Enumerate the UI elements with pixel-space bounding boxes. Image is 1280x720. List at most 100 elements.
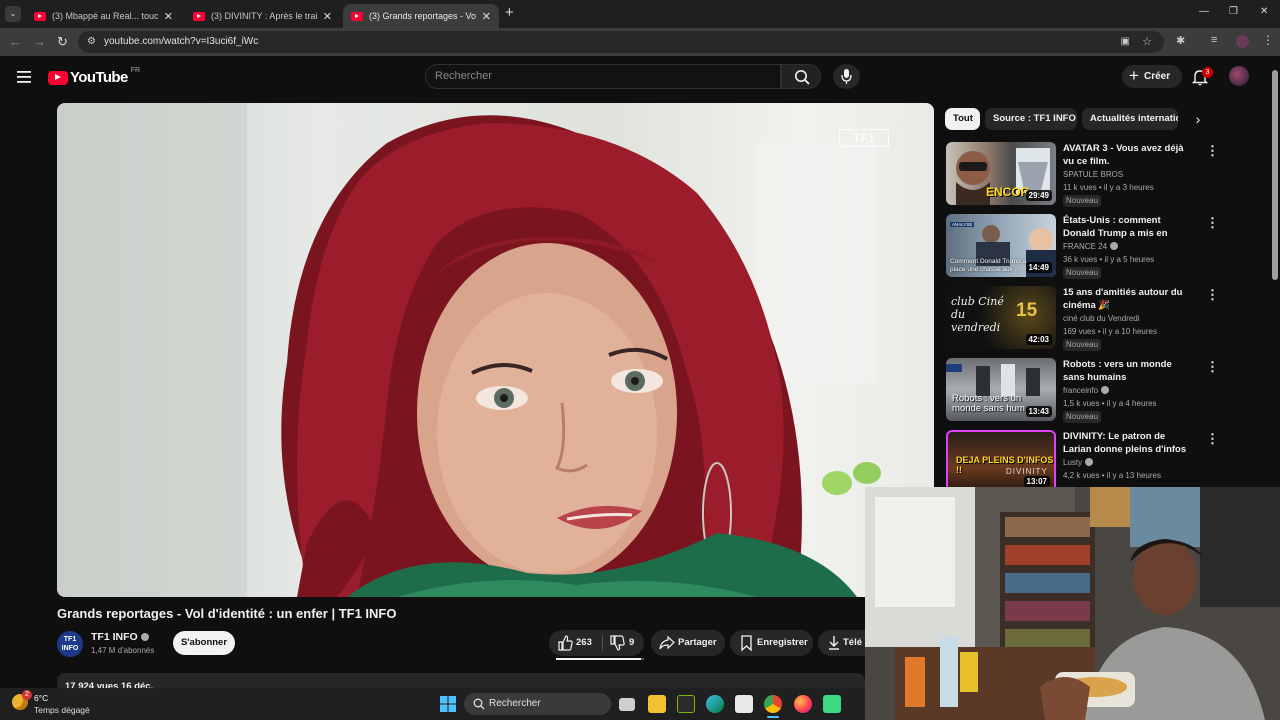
recommendation-item[interactable]: ENCOR 29:49 AVATAR 3 - Vous avez déjà vu… — [946, 142, 1219, 208]
tab-search-button[interactable]: ⌄ — [5, 6, 21, 22]
like-ratio-bar — [556, 658, 644, 660]
like-count: 263 — [576, 637, 592, 648]
browser-tab-3-active[interactable]: (3) Grands reportages - Vol d'ide ✕ — [343, 4, 499, 28]
video-thumbnail[interactable]: ENCOR 29:49 — [946, 142, 1056, 205]
reading-list-icon[interactable]: ≡ — [1211, 34, 1217, 46]
verified-icon — [140, 633, 149, 641]
duration-badge: 14:49 — [1025, 262, 1052, 273]
voice-search-button[interactable] — [833, 64, 860, 89]
thumbnail-subtext: DIVINITY — [1006, 467, 1048, 476]
back-arrow-icon[interactable]: ← — [9, 34, 22, 50]
extensions-icon[interactable]: ✱ — [1176, 34, 1185, 47]
more-actions-icon[interactable]: ⋮ — [1206, 360, 1219, 373]
tab-title: (3) Mbappé au Real... touché pa — [52, 11, 158, 21]
scrollbar-thumb[interactable] — [1272, 70, 1278, 280]
search-input[interactable]: Rechercher — [425, 64, 781, 89]
search-button[interactable] — [781, 64, 821, 89]
chip-source-tf1[interactable]: Source : TF1 INFO — [985, 108, 1077, 130]
reload-icon[interactable]: ↻ — [57, 34, 68, 50]
dislike-button[interactable]: 9 — [605, 630, 644, 656]
recommendation-item[interactable]: club Ciné du vendredi 15 42:03 15 ans d'… — [946, 286, 1219, 352]
thumbnail-text: club Ciné du vendredi — [951, 295, 1004, 334]
download-button[interactable]: Télé — [818, 630, 865, 656]
channel-avatar[interactable]: TF1 INFO — [57, 631, 83, 657]
duration-badge: 13:43 — [1025, 406, 1052, 417]
channel-name[interactable]: TF1 INFO — [91, 631, 149, 643]
url-bar[interactable]: ⚙ youtube.com/watch?v=I3uci6f_iWc ▣ ☆ — [78, 31, 1164, 53]
site-info-icon[interactable]: ⚙ — [87, 31, 96, 53]
bookmark-star-icon[interactable]: ☆ — [1142, 31, 1152, 53]
share-label: Partager — [678, 637, 717, 648]
close-window-button[interactable]: ✕ — [1260, 6, 1268, 17]
rec-title[interactable]: États-Unis : comment Donald Trump a mis … — [1063, 214, 1187, 240]
video-thumbnail[interactable]: Robots : vers un monde sans hum 13:43 — [946, 358, 1056, 421]
save-button[interactable]: Enregistrer — [730, 630, 813, 656]
chip-all[interactable]: Tout — [945, 108, 980, 130]
file-explorer-icon[interactable] — [648, 695, 666, 713]
new-badge: Nouveau — [1063, 411, 1102, 423]
more-actions-icon[interactable]: ⋮ — [1206, 144, 1219, 157]
rec-channel[interactable]: SPATULE BROS — [1063, 170, 1123, 179]
chip-international-news[interactable]: Actualités internationales — [1082, 108, 1178, 130]
video-thumbnail[interactable]: DEJA PLEINS D'INFOS !! DIVINITY 13:07 — [946, 430, 1056, 493]
forward-arrow-icon[interactable]: → — [33, 34, 46, 50]
rec-title[interactable]: Robots : vers un monde sans humains — [1063, 358, 1187, 384]
install-app-icon[interactable]: ▣ — [1121, 31, 1130, 53]
thumbnail-text: Robots : vers un monde sans hum — [952, 393, 1025, 414]
more-actions-icon[interactable]: ⋮ — [1206, 432, 1219, 445]
task-view-icon[interactable] — [619, 698, 635, 711]
rec-title[interactable]: AVATAR 3 - Vous avez déjà vu ce film. — [1063, 142, 1187, 168]
chrome-browser-icon[interactable] — [764, 695, 782, 713]
create-button[interactable]: Créer — [1122, 64, 1182, 88]
android-app-icon[interactable] — [823, 695, 841, 713]
firefox-browser-icon[interactable] — [794, 695, 812, 713]
close-icon[interactable]: ✕ — [323, 10, 332, 23]
rec-channel[interactable]: franceinfo — [1063, 386, 1110, 395]
video-player[interactable]: TF1 — [57, 103, 934, 597]
weather-widget[interactable]: 2 6°C Temps dégagé — [12, 690, 122, 718]
recommendation-item[interactable]: Robots : vers un monde sans hum 13:43 Ro… — [946, 358, 1219, 424]
youtube-play-icon — [48, 70, 68, 85]
youtube-logo[interactable]: YouTube FR — [48, 67, 140, 86]
nvidia-app-icon[interactable] — [677, 695, 695, 713]
close-icon[interactable]: ✕ — [164, 10, 173, 23]
chrome-active-indicator — [767, 716, 779, 718]
thumbs-up-icon — [558, 635, 573, 651]
logo-text: YouTube — [70, 69, 128, 86]
hamburger-menu-icon[interactable] — [17, 70, 31, 83]
rec-channel[interactable]: Lusty — [1063, 458, 1094, 467]
tab-title: (3) Grands reportages - Vol d'ide — [369, 11, 476, 21]
video-thumbnail[interactable]: club Ciné du vendredi 15 42:03 — [946, 286, 1056, 349]
rec-title[interactable]: 15 ans d'amitiés autour du cinéma 🎉 — [1063, 286, 1187, 312]
browser-tab-bar: ⌄ (3) Mbappé au Real... touché pa ✕ (3) … — [0, 0, 1280, 28]
restore-button[interactable]: ❐ — [1229, 6, 1238, 17]
rec-meta: 169 vues • il y a 10 heures — [1063, 327, 1157, 336]
edge-browser-icon[interactable] — [706, 695, 724, 713]
video-thumbnail[interactable]: ANALYSE Comment Donald Trump a place une… — [946, 214, 1056, 277]
share-button[interactable]: Partager — [651, 630, 725, 656]
rec-title[interactable]: DIVINITY: Le patron de Larian donne plei… — [1063, 430, 1187, 456]
rec-channel[interactable]: FRANCE 24 — [1063, 242, 1119, 251]
close-icon[interactable]: ✕ — [482, 10, 491, 23]
like-button[interactable]: 263 — [549, 630, 601, 656]
recommendation-item[interactable]: ANALYSE Comment Donald Trump a place une… — [946, 214, 1219, 280]
like-separator — [602, 635, 603, 651]
browser-tab-2[interactable]: (3) DIVINITY : Après le trailer, La ✕ — [185, 4, 340, 28]
more-actions-icon[interactable]: ⋮ — [1206, 288, 1219, 301]
microsoft-store-icon[interactable] — [735, 695, 753, 713]
chips-next-arrow[interactable]: › — [1188, 108, 1208, 130]
browser-menu-icon[interactable]: ⋮ — [1262, 33, 1274, 47]
search-icon — [473, 698, 485, 710]
account-avatar[interactable] — [1229, 66, 1249, 86]
rec-channel-text: FRANCE 24 — [1063, 242, 1108, 251]
verified-icon — [1110, 242, 1119, 250]
taskbar-search[interactable]: Rechercher — [464, 693, 611, 715]
profile-avatar[interactable] — [1236, 35, 1249, 48]
rec-channel[interactable]: ciné club du Vendredi — [1063, 314, 1140, 323]
subscribe-button[interactable]: S'abonner — [173, 631, 235, 655]
more-actions-icon[interactable]: ⋮ — [1206, 216, 1219, 229]
minimize-button[interactable]: — — [1199, 6, 1209, 17]
windows-start-icon[interactable] — [440, 696, 456, 712]
new-tab-button[interactable]: + — [505, 4, 514, 21]
browser-tab-1[interactable]: (3) Mbappé au Real... touché pa ✕ — [26, 4, 181, 28]
